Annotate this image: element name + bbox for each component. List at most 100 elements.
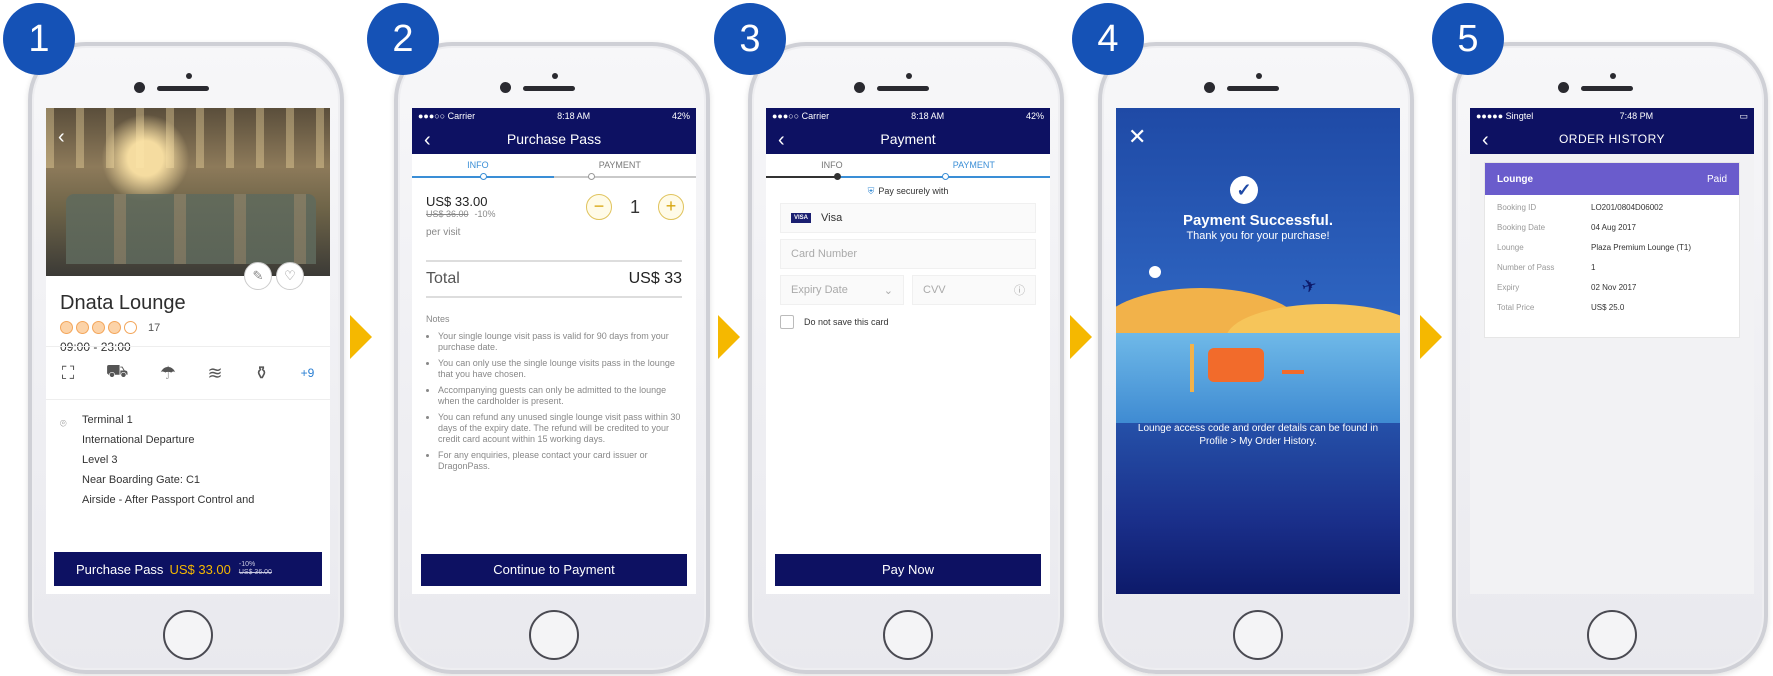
home-button[interactable]	[163, 610, 213, 660]
sensor-icon	[1256, 73, 1262, 79]
location-line: International Departure	[82, 434, 195, 446]
back-arrow-icon[interactable]: ‹	[778, 129, 785, 152]
note-item: You can only use the single lounge visit…	[438, 358, 682, 380]
step-badge-3: 3	[714, 3, 786, 75]
star-icon	[60, 321, 73, 334]
note-item: You can refund any unused single lounge …	[438, 412, 682, 445]
step-payment: PAYMENT	[952, 160, 995, 170]
card-type-select[interactable]: VISA Visa	[780, 203, 1036, 233]
wifi-icon[interactable]: ≋	[207, 363, 222, 384]
progress-steps: INFO PAYMENT	[766, 154, 1050, 176]
note-item: Accompanying guests can only be admitted…	[438, 385, 682, 407]
front-camera-icon	[1204, 82, 1215, 93]
speaker-icon	[1581, 86, 1633, 91]
armchair-icon[interactable]: ⛶	[62, 363, 75, 384]
front-camera-icon	[854, 82, 865, 93]
location-line: Level 3	[82, 454, 118, 466]
secure-payment-note: ⛨ Pay securely with	[867, 186, 949, 196]
cvv-field[interactable]: CVV ⓘ	[912, 275, 1036, 305]
plus-icon[interactable]: +	[658, 194, 684, 220]
shower-icon[interactable]: ☂	[160, 363, 176, 384]
quantity-stepper: − 1 +	[585, 194, 684, 220]
purchase-pass-screen: ●●●○○ Carrier 8:18 AM 42% ‹ Purchase Pas…	[412, 108, 696, 594]
success-subheading: Thank you for your purchase!	[1186, 230, 1330, 242]
order-row: Total Price US$ 25.0	[1497, 303, 1625, 312]
star-icon	[76, 321, 89, 334]
back-arrow-icon[interactable]: ‹	[1482, 129, 1489, 152]
help-icon[interactable]: ⓘ	[1014, 282, 1025, 298]
phone-frame-4: ✕ ✓ Payment Successful. Thank you for yo…	[1098, 42, 1414, 674]
step-complete-icon	[834, 173, 841, 180]
luggage-cart-icon[interactable]: ⛟	[106, 361, 129, 385]
order-row: Expiry 02 Nov 2017	[1497, 283, 1637, 292]
payment-success-screen: ✕ ✓ Payment Successful. Thank you for yo…	[1116, 108, 1400, 594]
home-button[interactable]	[529, 610, 579, 660]
order-row: Number of Pass 1	[1497, 263, 1596, 272]
nav-bar: ‹ Purchase Pass	[412, 124, 696, 154]
home-button[interactable]	[1587, 610, 1637, 660]
home-button[interactable]	[883, 610, 933, 660]
star-empty-icon	[124, 321, 137, 334]
rating-stars: 17	[60, 321, 330, 334]
side-table-icon	[1282, 370, 1304, 392]
minus-icon[interactable]: −	[585, 194, 612, 220]
drinks-icon[interactable]: ⚱	[254, 363, 269, 384]
order-card[interactable]: Lounge Paid Booking ID LO201/0804D06002 B…	[1484, 162, 1740, 338]
phone-frame-1: ‹ ✎ ♡ Dnata Lounge 17 09:00 - 23:00 ⛶ ⛟ …	[28, 42, 344, 674]
close-icon[interactable]: ✕	[1128, 124, 1146, 150]
purchase-pass-discount: -10% US$ 36.00	[238, 561, 272, 576]
sun-icon	[1149, 266, 1161, 278]
sensor-icon	[1610, 73, 1616, 79]
purchase-flow-stage: 1 2 3 4 5 ‹ ✎ ♡ Dnata Lounge 17 09:00 - …	[0, 0, 1773, 676]
do-not-save-card-checkbox[interactable]: Do not save this card	[780, 315, 1036, 329]
notes-section: Notes Your single lounge visit pass is v…	[426, 314, 682, 472]
location-details: ⌾ Terminal 1 International Departure Lev…	[60, 410, 254, 510]
sensor-icon	[906, 73, 912, 79]
progress-steps: INFO PAYMENT	[412, 154, 696, 176]
order-history-screen: ●●●●● Singtel 7:48 PM ▭ ‹ ORDER HISTORY …	[1470, 108, 1754, 594]
nav-bar: ‹ Payment	[766, 124, 1050, 154]
front-camera-icon	[1558, 82, 1569, 93]
phone-frame-2: ●●●○○ Carrier 8:18 AM 42% ‹ Purchase Pas…	[394, 42, 710, 674]
purchase-pass-label: Purchase Pass	[76, 561, 164, 577]
favorite-heart-icon[interactable]: ♡	[276, 262, 304, 290]
order-row: Booking ID LO201/0804D06002	[1497, 203, 1664, 212]
pay-now-button[interactable]: Pay Now	[775, 554, 1041, 586]
phone-frame-5: ●●●●● Singtel 7:48 PM ▭ ‹ ORDER HISTORY …	[1452, 42, 1768, 674]
back-arrow-icon[interactable]: ‹	[58, 126, 65, 149]
payment-screen: ●●●○○ Carrier 8:18 AM 42% ‹ Payment INFO…	[766, 108, 1050, 594]
more-amenities-link[interactable]: +9	[301, 366, 315, 380]
continue-to-payment-button[interactable]: Continue to Payment	[421, 554, 687, 586]
location-line: Near Boarding Gate: C1	[82, 474, 201, 486]
page-title: Purchase Pass	[506, 131, 602, 147]
step-payment: PAYMENT	[598, 160, 641, 170]
rating-count: 17	[148, 321, 161, 334]
edit-icon[interactable]: ✎	[244, 262, 272, 290]
star-icon	[92, 321, 105, 334]
checkbox-icon[interactable]	[780, 315, 794, 329]
order-card-header: Lounge Paid	[1485, 163, 1739, 195]
chevron-down-icon: ⌄	[883, 284, 893, 297]
expiry-date-select[interactable]: Expiry Date ⌄	[780, 275, 904, 305]
battery-icon: ▭	[1739, 110, 1748, 121]
location-line: Terminal 1	[82, 414, 133, 426]
note-item: Your single lounge visit pass is valid f…	[438, 331, 682, 353]
nav-bar: ‹ ORDER HISTORY	[1470, 124, 1754, 154]
home-button[interactable]	[1233, 610, 1283, 660]
purchase-pass-button[interactable]: Purchase Pass US$ 33.00 -10% US$ 36.00	[54, 552, 322, 586]
flow-arrow-icon	[1420, 315, 1442, 359]
location-line: Airside - After Passport Control and	[82, 494, 255, 506]
step-badge-2: 2	[367, 3, 439, 75]
lounge-photo: ‹	[46, 108, 330, 276]
visa-logo-icon: VISA	[791, 213, 812, 223]
step-info: INFO	[467, 160, 489, 170]
step-badge-4: 4	[1072, 3, 1144, 75]
back-arrow-icon[interactable]: ‹	[424, 129, 431, 152]
quantity-value: 1	[629, 196, 640, 217]
per-visit-label: per visit	[426, 227, 461, 238]
shield-icon: ⛨	[867, 186, 875, 196]
lounge-detail-screen: ‹ ✎ ♡ Dnata Lounge 17 09:00 - 23:00 ⛶ ⛟ …	[46, 108, 330, 594]
page-title: Payment	[880, 131, 936, 147]
step-badge-1: 1	[3, 3, 75, 75]
card-number-field[interactable]: Card Number	[780, 239, 1036, 269]
